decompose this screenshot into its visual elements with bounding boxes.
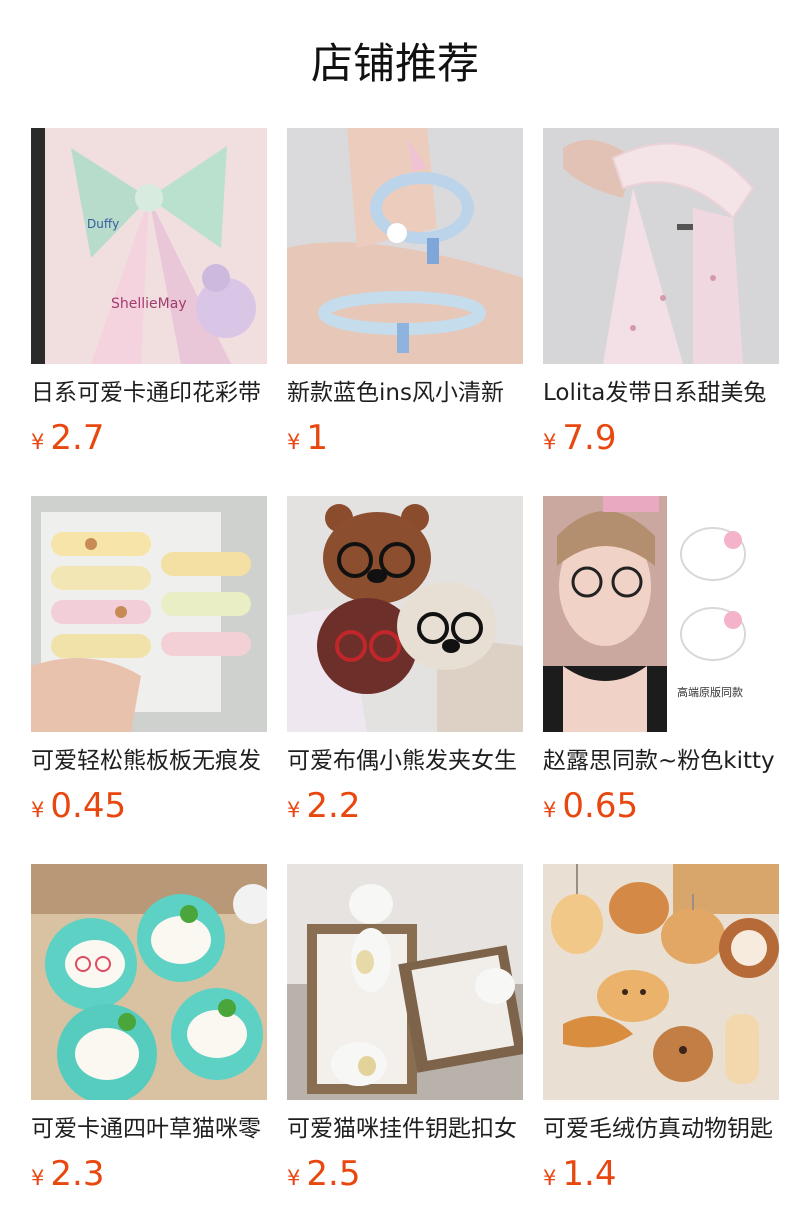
product-name[interactable]: 赵露思同款~粉色kitty: [543, 744, 779, 778]
price-value: 2.2: [306, 786, 361, 826]
price-value: 1: [306, 418, 329, 458]
product-price: ¥1.4: [543, 1152, 616, 1196]
blue-coil-bracelet-photo: [287, 128, 523, 364]
product-card[interactable]: 可爱布偶小熊发夹女生 ¥2.2: [287, 496, 523, 836]
printed-ribbon-photo: ShellieMay Duffy: [31, 128, 267, 364]
product-price: ¥7.9: [543, 416, 616, 460]
plush-bear-clip-photo: [287, 496, 523, 732]
svg-text:Duffy: Duffy: [87, 217, 119, 231]
page-title: 店铺推荐: [310, 39, 479, 88]
product-card[interactable]: ShellieMay Duffy 日系可爱卡通印花彩带 ¥2.7: [31, 128, 267, 468]
currency-symbol: ¥: [287, 1166, 301, 1190]
product-name[interactable]: 可爱毛绒仿真动物钥匙: [543, 1112, 779, 1146]
product-price: ¥2.2: [287, 784, 360, 828]
product-name[interactable]: 日系可爱卡通印花彩带: [31, 376, 267, 410]
product-price: ¥2.3: [31, 1152, 104, 1196]
product-price: ¥0.45: [31, 784, 126, 828]
price-value: 2.5: [306, 1154, 361, 1194]
product-image[interactable]: [31, 496, 267, 732]
product-image[interactable]: [543, 864, 779, 1100]
product-price: ¥0.65: [543, 784, 638, 828]
price-value: 1.4: [562, 1154, 617, 1194]
product-image[interactable]: ShellieMay Duffy: [31, 128, 267, 364]
currency-symbol: ¥: [543, 1166, 557, 1190]
product-card[interactable]: 高端原版同款 赵露思同款~粉色kitty ¥0.65: [543, 496, 779, 836]
kitty-hairclip-photo: 高端原版同款: [543, 496, 779, 732]
product-image[interactable]: [31, 864, 267, 1100]
product-price: ¥2.5: [287, 1152, 360, 1196]
product-name[interactable]: 可爱布偶小熊发夹女生: [287, 744, 523, 778]
currency-symbol: ¥: [31, 798, 45, 822]
product-image[interactable]: [543, 128, 779, 364]
product-image[interactable]: [287, 128, 523, 364]
lolita-headband-photo: [543, 128, 779, 364]
svg-text:高端原版同款: 高端原版同款: [677, 685, 743, 699]
product-card[interactable]: Lolita发带日系甜美兔 ¥7.9: [543, 128, 779, 468]
currency-symbol: ¥: [31, 1166, 45, 1190]
price-value: 2.3: [50, 1154, 105, 1194]
clover-cat-purse-photo: [31, 864, 267, 1100]
product-card[interactable]: 新款蓝色ins风小清新 ¥1: [287, 128, 523, 468]
price-value: 7.9: [562, 418, 617, 458]
product-price: ¥1: [287, 416, 328, 460]
product-name[interactable]: 新款蓝色ins风小清新: [287, 376, 523, 410]
product-card[interactable]: 可爱轻松熊板板无痕发 ¥0.45: [31, 496, 267, 836]
product-name[interactable]: 可爱轻松熊板板无痕发: [31, 744, 267, 778]
product-image[interactable]: [287, 864, 523, 1100]
product-card[interactable]: 可爱毛绒仿真动物钥匙 ¥1.4: [543, 864, 779, 1204]
product-image[interactable]: [287, 496, 523, 732]
cat-keychain-photo: [287, 864, 523, 1100]
product-image[interactable]: 高端原版同款: [543, 496, 779, 732]
currency-symbol: ¥: [287, 798, 301, 822]
product-name[interactable]: 可爱卡通四叶草猫咪零: [31, 1112, 267, 1146]
currency-symbol: ¥: [543, 798, 557, 822]
price-value: 0.45: [50, 786, 127, 826]
product-name[interactable]: 可爱猫咪挂件钥匙扣女: [287, 1112, 523, 1146]
bread-animal-keychain-photo: [543, 864, 779, 1100]
product-card[interactable]: 可爱卡通四叶草猫咪零 ¥2.3: [31, 864, 267, 1204]
product-name[interactable]: Lolita发带日系甜美兔: [543, 376, 779, 410]
bear-hairclip-photo: [31, 496, 267, 732]
currency-symbol: ¥: [31, 430, 45, 454]
currency-symbol: ¥: [543, 430, 557, 454]
price-value: 0.65: [562, 786, 639, 826]
svg-text:ShellieMay: ShellieMay: [111, 296, 187, 312]
price-value: 2.7: [50, 418, 105, 458]
product-card[interactable]: 可爱猫咪挂件钥匙扣女 ¥2.5: [287, 864, 523, 1204]
currency-symbol: ¥: [287, 430, 301, 454]
product-price: ¥2.7: [31, 416, 104, 460]
